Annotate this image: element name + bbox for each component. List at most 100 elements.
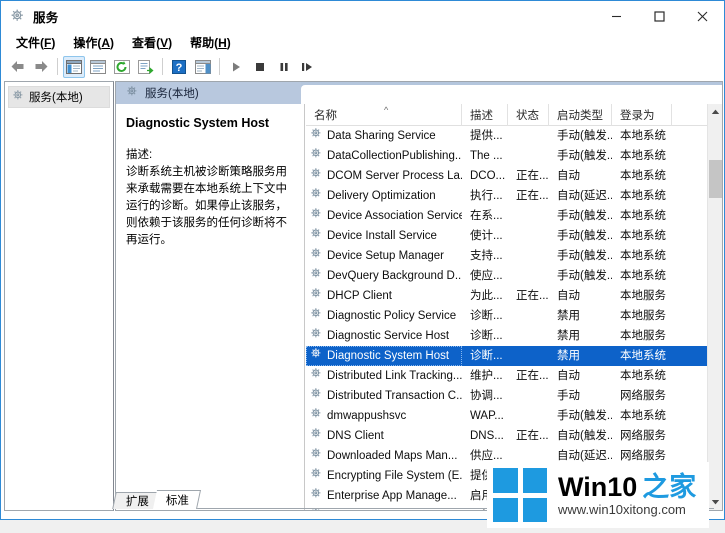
table-row[interactable]: dmwappushsvc WAP... 手动(触发... 本地系统: [306, 406, 707, 426]
cell-status: [508, 406, 549, 426]
restart-service-icon[interactable]: [297, 56, 319, 78]
services-window: 服务 文件(F) 操作(A) 查看(V) 帮助(H) ? 服务(本地) 服务(本…: [0, 0, 725, 519]
show-action-pane-icon[interactable]: [192, 56, 214, 78]
toolbar-separator: [219, 58, 220, 75]
cell-startup-type: 手动: [557, 390, 580, 402]
scrollbar-thumb[interactable]: [709, 160, 722, 198]
column-header-name[interactable]: 名称 ^: [306, 104, 462, 126]
service-name-text: Encrypting File System (E...: [327, 470, 462, 482]
service-name-text: Device Association Service: [327, 210, 462, 222]
service-gear-icon: [310, 206, 323, 226]
table-row[interactable]: DataCollectionPublishing... The ... 手动(触发.…: [306, 146, 707, 166]
column-header-description[interactable]: 描述: [462, 104, 508, 126]
cell-name: Device Setup Manager: [306, 246, 462, 266]
cell-log-on-as: 网络服务: [620, 430, 666, 442]
table-row[interactable]: Diagnostic Service Host 诊断... 禁用 本地服务: [306, 326, 707, 346]
watermark-brand-sub: 之家: [642, 471, 697, 502]
table-row[interactable]: Diagnostic Policy Service 诊断... 禁用 本地服务: [306, 306, 707, 326]
cell-log-on-as: 本地系统: [620, 170, 666, 182]
table-row[interactable]: Distributed Link Tracking... 维护... 正在... 自动…: [306, 366, 707, 386]
windows-logo-icon: [493, 468, 547, 522]
cell-description: 协调...: [470, 390, 503, 402]
service-gear-icon: [310, 126, 323, 146]
cell-status: 正在...: [516, 370, 549, 382]
list-rows-container: Data Sharing Service 提供... 手动(触发... 本地系统 Dat…: [306, 126, 707, 510]
cell-status: 正在...: [516, 430, 549, 442]
export-list-icon[interactable]: [135, 56, 157, 78]
maximize-button[interactable]: [638, 1, 681, 31]
results-banner: 服务(本地): [116, 82, 722, 104]
table-row[interactable]: Data Sharing Service 提供... 手动(触发... 本地系统: [306, 126, 707, 146]
tab-standard[interactable]: 标准: [152, 490, 202, 509]
column-header-startup-type[interactable]: 启动类型: [549, 104, 612, 126]
tree-item-services-local[interactable]: 服务(本地): [8, 86, 110, 108]
cell-name: Device Association Service: [306, 206, 462, 226]
services-gear-icon: [12, 89, 25, 105]
cell-description: WAP...: [470, 410, 504, 422]
table-row[interactable]: Device Install Service 使计... 手动(触发... 本地系统: [306, 226, 707, 246]
service-name-text: DNS Client: [327, 430, 384, 442]
cell-log-on-as: 本地系统: [620, 130, 666, 142]
results-banner-label: 服务(本地): [145, 88, 199, 100]
column-header-log-on-as[interactable]: 登录为: [612, 104, 672, 126]
cell-log-on-as: 网络服务: [620, 390, 666, 402]
forward-icon[interactable]: [30, 56, 52, 78]
cell-status: [508, 146, 549, 166]
service-gear-icon: [310, 366, 323, 386]
table-row[interactable]: Device Association Service 在系... 手动(触发... 本…: [306, 206, 707, 226]
minimize-button[interactable]: [595, 1, 638, 31]
cell-status: [508, 226, 549, 246]
refresh-icon[interactable]: [111, 56, 133, 78]
show-hide-console-tree-icon[interactable]: [63, 55, 85, 78]
cell-description: 在系...: [470, 210, 503, 222]
cell-name: Delivery Optimization: [306, 186, 462, 206]
cell-startup-type: 自动: [557, 170, 580, 182]
service-name-text: Diagnostic Policy Service: [327, 310, 457, 322]
close-button[interactable]: [681, 1, 724, 31]
pause-service-icon[interactable]: [273, 56, 295, 78]
cell-status: [508, 386, 549, 406]
console-tree-pane: 服务(本地): [4, 81, 114, 511]
column-header-status[interactable]: 状态: [508, 104, 549, 126]
table-row[interactable]: DCOM Server Process La... DCO... 正在... 自动 本地…: [306, 166, 707, 186]
properties-icon[interactable]: [87, 56, 109, 78]
table-row[interactable]: Device Setup Manager 支持... 手动(触发... 本地系统: [306, 246, 707, 266]
scroll-up-arrow-icon[interactable]: [708, 104, 722, 120]
cell-startup-type: 手动(触发...: [557, 410, 612, 422]
toolbar: ?: [1, 54, 724, 80]
cell-log-on-as: 本地服务: [620, 310, 666, 322]
service-gear-icon: [310, 326, 323, 346]
table-row[interactable]: DNS Client DNS... 正在... 自动(触发... 网络服务: [306, 426, 707, 446]
start-service-icon[interactable]: [225, 56, 247, 78]
table-row[interactable]: Distributed Transaction C... 协调... 手动 网络服务: [306, 386, 707, 406]
table-row[interactable]: DHCP Client 为此... 正在... 自动 本地服务: [306, 286, 707, 306]
cell-status: 正在...: [516, 170, 549, 182]
service-name-text: Device Setup Manager: [327, 250, 444, 262]
back-icon[interactable]: [6, 56, 28, 78]
stop-service-icon[interactable]: [249, 56, 271, 78]
results-banner-tab[interactable]: 服务(本地): [116, 82, 301, 104]
service-description-text: 诊断系统主机被诊断策略服务用来承载需要在本地系统上下文中运行的诊断。如果停止该服…: [126, 166, 287, 246]
service-name-text: Distributed Link Tracking...: [327, 370, 462, 382]
service-gear-icon: [310, 166, 323, 186]
cell-status: 正在...: [516, 190, 549, 202]
help-icon[interactable]: ?: [168, 56, 190, 78]
menu-view[interactable]: 查看(V): [123, 32, 181, 53]
menu-action[interactable]: 操作(A): [64, 32, 123, 53]
menu-file[interactable]: 文件(F): [7, 32, 64, 53]
cell-status: [508, 246, 549, 266]
table-row[interactable]: Delivery Optimization 执行... 正在... 自动(延迟... 本…: [306, 186, 707, 206]
watermark-url: www.win10xitong.com: [558, 501, 686, 517]
list-vertical-scrollbar[interactable]: [707, 104, 722, 510]
cell-name: DHCP Client: [306, 286, 462, 306]
cell-name: Distributed Transaction C...: [306, 386, 462, 406]
service-name-text: Distributed Transaction C...: [327, 390, 462, 402]
cell-startup-type: 自动: [557, 370, 580, 382]
table-row[interactable]: Diagnostic System Host 诊断... 禁用 本地系统: [306, 346, 707, 366]
service-gear-icon: [310, 246, 323, 266]
sort-ascending-icon: ^: [384, 105, 389, 115]
table-row[interactable]: DevQuery Background D... 使应... 手动(触发... 本地系…: [306, 266, 707, 286]
service-gear-icon: [310, 346, 323, 366]
cell-startup-type: 禁用: [557, 350, 580, 362]
menu-help[interactable]: 帮助(H): [181, 32, 240, 53]
